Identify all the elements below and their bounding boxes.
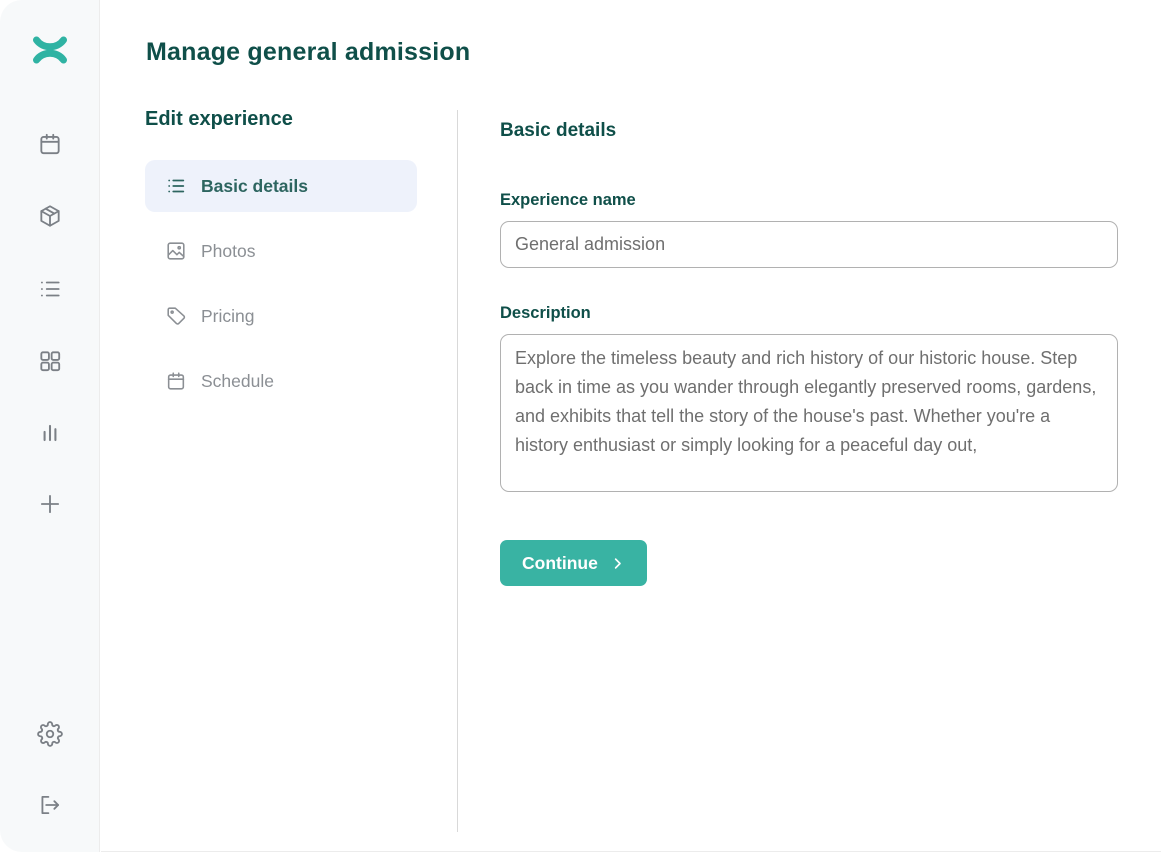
package-icon[interactable] (37, 203, 63, 229)
tag-icon (165, 305, 187, 327)
page-title: Manage general admission (146, 38, 470, 67)
continue-button-label: Continue (522, 553, 598, 574)
plus-icon[interactable] (37, 491, 63, 517)
logout-icon[interactable] (37, 792, 63, 818)
nav-item-basic-details[interactable]: Basic details (145, 160, 417, 212)
image-icon (165, 240, 187, 262)
calendar-icon (165, 370, 187, 392)
nav-item-label: Schedule (201, 371, 274, 392)
nav-item-label: Pricing (201, 306, 255, 327)
nav-item-pricing[interactable]: Pricing (145, 290, 417, 342)
list-icon (165, 175, 187, 197)
nav-item-schedule[interactable]: Schedule (145, 355, 417, 407)
experience-name-input[interactable] (500, 221, 1118, 268)
settings-icon[interactable] (37, 721, 63, 747)
brand-logo[interactable] (32, 36, 68, 64)
chevron-right-icon (610, 556, 625, 571)
description-textarea[interactable]: Explore the timeless beauty and rich his… (500, 334, 1118, 492)
description-label: Description (500, 304, 1118, 323)
form-heading: Basic details (500, 120, 1118, 142)
app-window: Manage general admission Edit experience… (0, 0, 1161, 857)
nav-item-photos[interactable]: Photos (145, 225, 417, 277)
bar-chart-icon[interactable] (37, 420, 63, 446)
continue-button[interactable]: Continue (500, 540, 647, 586)
nav-item-label: Basic details (201, 176, 308, 197)
nav-item-label: Photos (201, 241, 255, 262)
experience-name-label: Experience name (500, 191, 1118, 210)
edit-experience-nav: Basic details Photos (145, 160, 417, 407)
list-icon[interactable] (37, 276, 63, 302)
grid-icon[interactable] (37, 348, 63, 374)
edit-experience-heading: Edit experience (145, 108, 417, 131)
icon-sidebar (0, 0, 100, 852)
edit-experience-panel: Edit experience Basic details (145, 108, 417, 420)
calendar-icon[interactable] (37, 131, 63, 157)
panel-divider (457, 110, 458, 832)
main-content: Manage general admission Edit experience… (101, 0, 1161, 852)
basic-details-form: Basic details Experience name Descriptio… (500, 120, 1118, 586)
